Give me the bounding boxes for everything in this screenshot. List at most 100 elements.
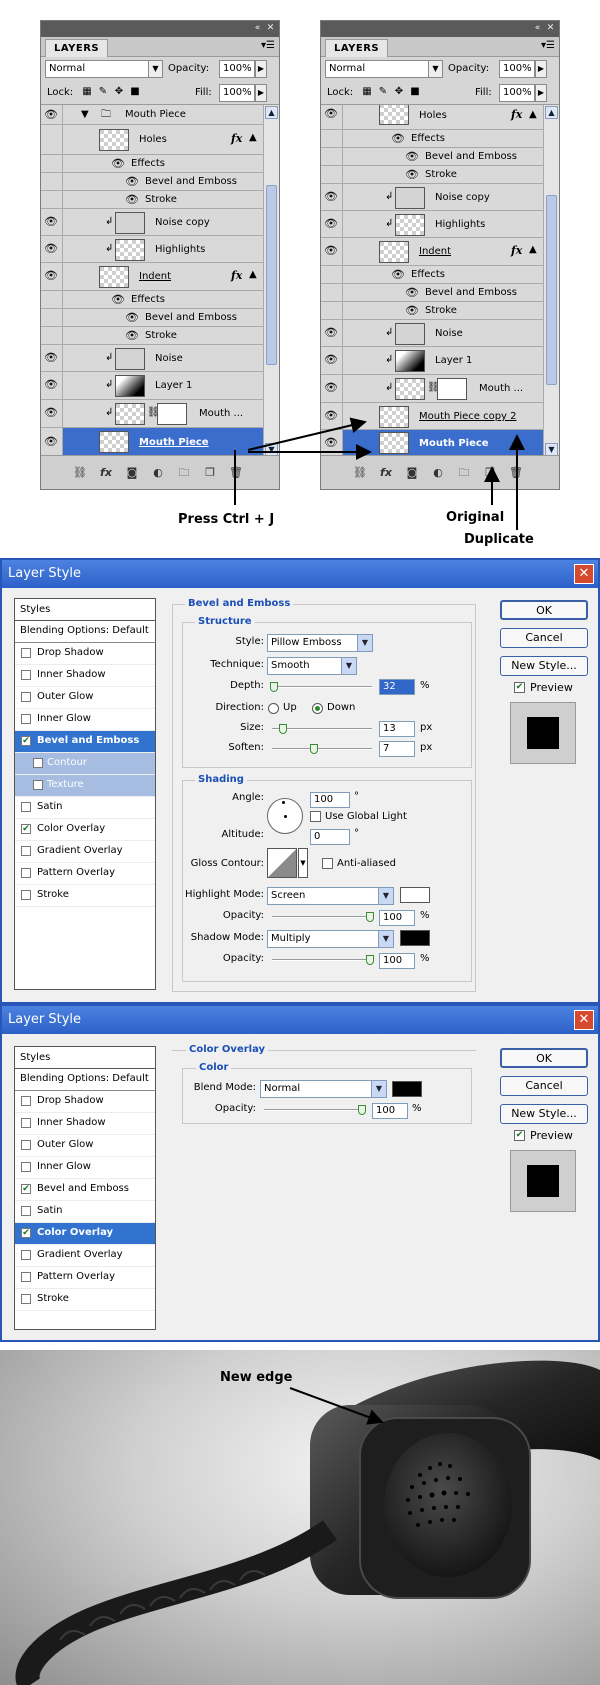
- shadow-opacity-knob[interactable]: [366, 955, 374, 965]
- checkbox-checked-icon[interactable]: ✔: [21, 824, 31, 834]
- style-bevel-emboss[interactable]: ✔ Bevel and Emboss: [15, 731, 155, 753]
- style-outer-glow[interactable]: Outer Glow: [15, 687, 155, 709]
- checkbox-icon[interactable]: [33, 758, 43, 768]
- opacity-slider-knob[interactable]: [358, 1105, 366, 1115]
- size-input[interactable]: 13: [379, 721, 415, 737]
- shadow-mode-select[interactable]: Multiply ▼: [267, 930, 394, 948]
- style-drop-shadow[interactable]: Drop Shadow: [15, 643, 155, 665]
- checkbox-icon[interactable]: [21, 1250, 31, 1260]
- checkbox-icon[interactable]: [21, 1206, 31, 1216]
- highlight-opacity-knob[interactable]: [366, 912, 374, 922]
- size-slider-knob[interactable]: [279, 724, 287, 734]
- shadow-opacity-input[interactable]: 100: [379, 953, 415, 969]
- preview-checkbox[interactable]: ✔: [514, 1130, 525, 1141]
- global-light-checkbox[interactable]: [310, 811, 321, 822]
- technique-select[interactable]: Smooth ▼: [267, 657, 357, 675]
- style-inner-shadow[interactable]: Inner Shadow: [15, 665, 155, 687]
- style-bevel-emboss[interactable]: ✔ Bevel and Emboss: [15, 1179, 155, 1201]
- style-pattern-overlay[interactable]: Pattern Overlay: [15, 863, 155, 885]
- close-icon[interactable]: ✕: [574, 1010, 594, 1030]
- new-style-button[interactable]: New Style...: [500, 656, 588, 676]
- soften-input[interactable]: 7: [379, 741, 415, 757]
- direction-down-label: Down: [327, 702, 356, 713]
- ok-button[interactable]: OK: [500, 600, 588, 620]
- handset-cord: [15, 1520, 337, 1685]
- checkbox-icon[interactable]: [21, 846, 31, 856]
- checkbox-checked-icon[interactable]: ✔: [21, 1184, 31, 1194]
- altitude-unit: °: [354, 828, 359, 839]
- angle-dial[interactable]: [267, 798, 303, 834]
- technique-value: Smooth: [271, 660, 310, 671]
- depth-slider-knob[interactable]: [270, 682, 278, 692]
- styles-header[interactable]: Styles: [15, 1047, 155, 1069]
- style-inner-glow[interactable]: Inner Glow: [15, 1157, 155, 1179]
- soften-slider-knob[interactable]: [310, 744, 318, 754]
- style-contour[interactable]: Contour: [15, 753, 155, 775]
- shadow-opacity-slider[interactable]: [272, 959, 372, 961]
- checkbox-icon[interactable]: [33, 780, 43, 790]
- checkbox-icon[interactable]: [21, 868, 31, 878]
- checkbox-icon[interactable]: [21, 714, 31, 724]
- blending-options[interactable]: Blending Options: Default: [15, 1069, 155, 1091]
- styles-header[interactable]: Styles: [15, 599, 155, 621]
- shadow-color-swatch[interactable]: [400, 930, 430, 946]
- checkbox-icon[interactable]: [21, 1272, 31, 1282]
- checkbox-icon[interactable]: [21, 890, 31, 900]
- gloss-contour-swatch[interactable]: [267, 848, 297, 878]
- checkbox-icon[interactable]: [21, 802, 31, 812]
- checkbox-icon[interactable]: [21, 1162, 31, 1172]
- checkbox-icon[interactable]: [21, 1294, 31, 1304]
- highlight-opacity-slider[interactable]: [272, 916, 372, 918]
- style-select[interactable]: Pillow Emboss ▼: [267, 634, 373, 652]
- checkbox-icon[interactable]: [21, 692, 31, 702]
- style-gradient-overlay[interactable]: Gradient Overlay: [15, 841, 155, 863]
- style-stroke[interactable]: Stroke: [15, 885, 155, 907]
- style-label: Bevel and Emboss: [37, 1183, 129, 1194]
- depth-input[interactable]: 32: [379, 679, 415, 695]
- highlight-mode-select[interactable]: Screen ▼: [267, 887, 394, 905]
- style-color-overlay[interactable]: ✔ Color Overlay: [15, 1223, 155, 1245]
- style-label: Pattern Overlay: [37, 1271, 116, 1282]
- preview-checkbox[interactable]: ✔: [514, 682, 525, 693]
- ok-button[interactable]: OK: [500, 1048, 588, 1068]
- new-style-button[interactable]: New Style...: [500, 1104, 588, 1124]
- checkbox-icon[interactable]: [21, 1140, 31, 1150]
- style-color-overlay[interactable]: ✔ Color Overlay: [15, 819, 155, 841]
- style-stroke[interactable]: Stroke: [15, 1289, 155, 1311]
- style-satin[interactable]: Satin: [15, 1201, 155, 1223]
- blend-mode-select[interactable]: Normal ▼: [260, 1080, 387, 1098]
- highlight-color-swatch[interactable]: [400, 887, 430, 903]
- cancel-button[interactable]: Cancel: [500, 628, 588, 648]
- overlay-color-swatch[interactable]: [392, 1081, 422, 1097]
- blending-options[interactable]: Blending Options: Default: [15, 621, 155, 643]
- soften-slider[interactable]: [272, 748, 372, 750]
- style-pattern-overlay[interactable]: Pattern Overlay: [15, 1267, 155, 1289]
- checkbox-icon[interactable]: [21, 670, 31, 680]
- checkbox-icon[interactable]: [21, 648, 31, 658]
- checkbox-icon[interactable]: [21, 1118, 31, 1128]
- direction-down-radio[interactable]: [312, 703, 323, 714]
- opacity-input[interactable]: 100: [372, 1103, 408, 1119]
- checkbox-icon[interactable]: [21, 1096, 31, 1106]
- angle-input[interactable]: 100: [310, 792, 350, 808]
- style-outer-glow[interactable]: Outer Glow: [15, 1135, 155, 1157]
- style-gradient-overlay[interactable]: Gradient Overlay: [15, 1245, 155, 1267]
- style-texture[interactable]: Texture: [15, 775, 155, 797]
- chevron-down-icon[interactable]: ▼: [298, 848, 308, 878]
- opacity-slider[interactable]: [264, 1109, 364, 1111]
- style-inner-shadow[interactable]: Inner Shadow: [15, 1113, 155, 1135]
- altitude-input[interactable]: 0: [310, 829, 350, 845]
- style-drop-shadow[interactable]: Drop Shadow: [15, 1091, 155, 1113]
- depth-slider[interactable]: [272, 686, 372, 688]
- highlight-mode-value: Screen: [271, 890, 306, 901]
- checkbox-checked-icon[interactable]: ✔: [21, 736, 31, 746]
- style-inner-glow[interactable]: Inner Glow: [15, 709, 155, 731]
- anti-aliased-checkbox[interactable]: [322, 858, 333, 869]
- direction-up-radio[interactable]: [268, 703, 279, 714]
- style-satin[interactable]: Satin: [15, 797, 155, 819]
- close-icon[interactable]: ✕: [574, 564, 594, 584]
- size-slider[interactable]: [272, 728, 372, 730]
- highlight-opacity-input[interactable]: 100: [379, 910, 415, 926]
- cancel-button[interactable]: Cancel: [500, 1076, 588, 1096]
- checkbox-checked-icon[interactable]: ✔: [21, 1228, 31, 1238]
